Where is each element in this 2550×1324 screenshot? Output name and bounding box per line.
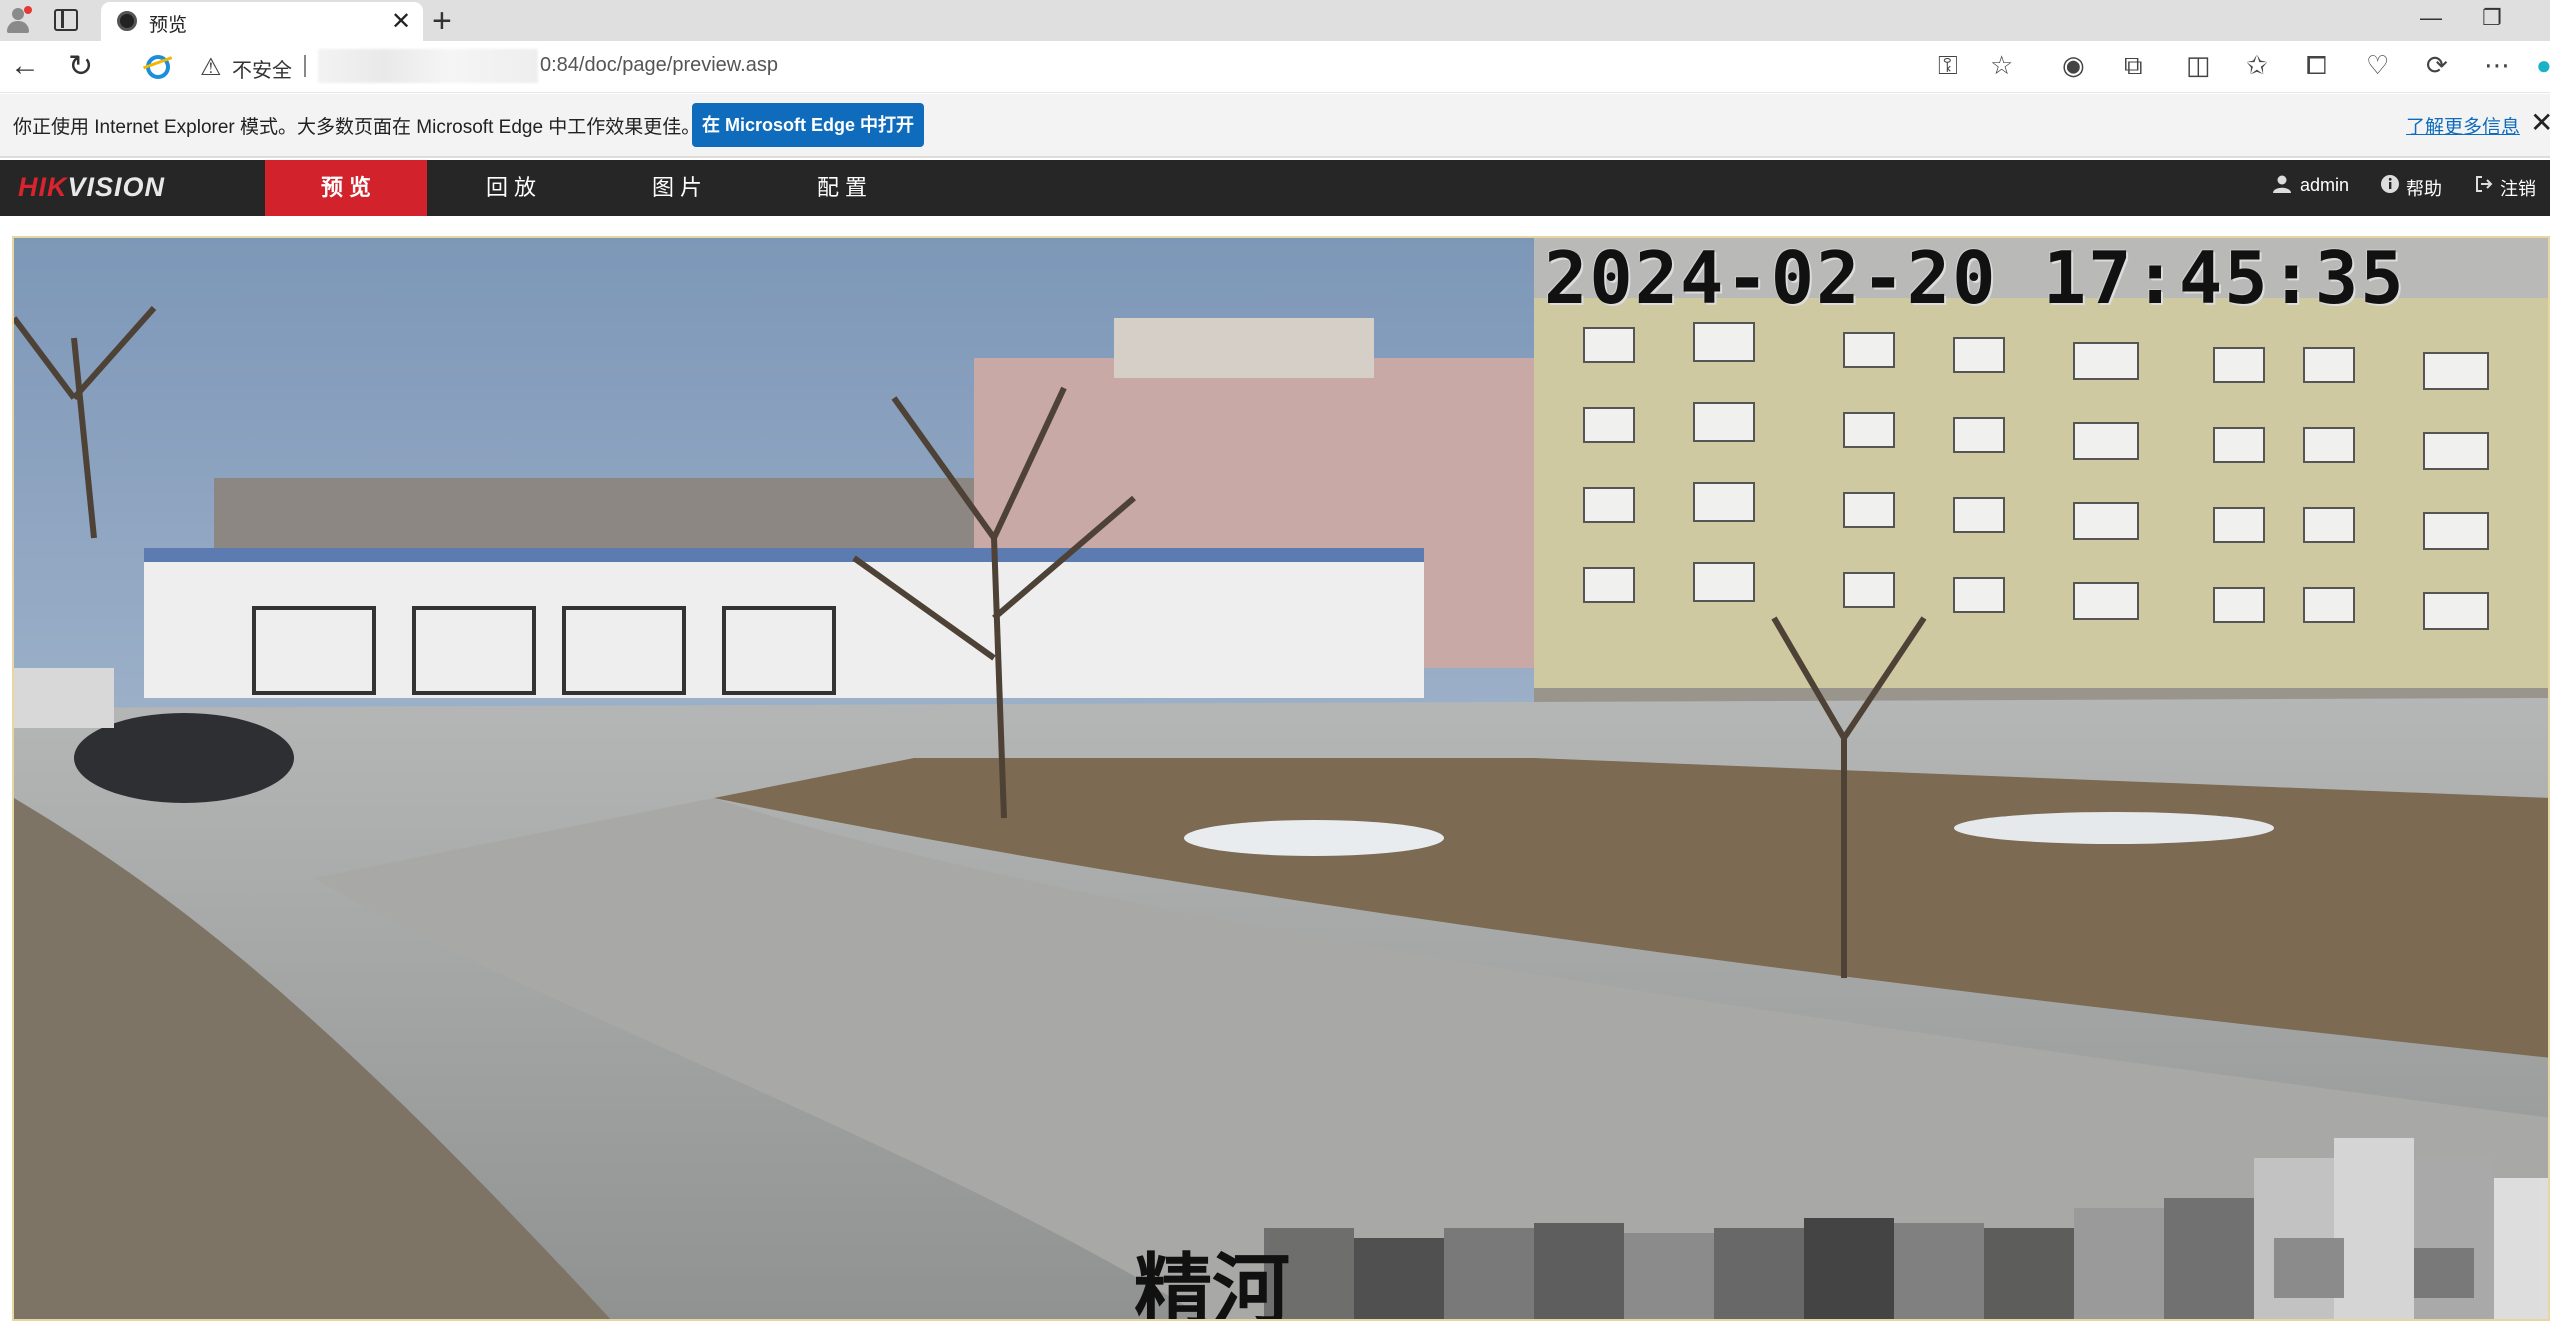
extension-circle-icon[interactable]: ◉ [2062,50,2085,81]
osd-channel-name: 精河 [1134,1245,1291,1321]
restore-icon[interactable]: ❐ [2482,5,2502,31]
nav-picture[interactable]: 图 片 [596,160,758,216]
osd-timestamp: 2024-02-20 17:45:35 [1544,236,2406,320]
ie-mode-icon[interactable] [146,55,170,79]
url-text[interactable]: 0:84/doc/page/preview.asp [540,54,778,77]
logout-link[interactable]: 注销 [2500,175,2536,201]
logout-icon[interactable] [2474,174,2494,194]
help-icon[interactable] [2380,174,2400,194]
username-label[interactable]: admin [2300,175,2349,196]
ie-reload-icon[interactable]: ⟳ [2426,50,2448,81]
browser-essentials-icon[interactable]: ♡ [2366,50,2389,81]
nav-preview[interactable]: 预 览 [265,160,427,216]
tab-title: 预览 [149,15,188,36]
minimize-icon[interactable]: — [2420,5,2442,31]
live-video-view[interactable]: 2024-02-20 17:45:35 精河 [12,236,2550,1321]
tab-close-icon[interactable]: ✕ [391,7,411,36]
user-icon [2273,175,2291,193]
url-field[interactable]: ⚠ 不安全 0:84/doc/page/preview.asp [122,47,1992,85]
back-icon[interactable]: ← [10,49,40,83]
browser-tab-bar: 预览 ✕ + — ❐ [0,0,2550,41]
tab-actions-icon[interactable] [54,9,78,31]
profile-icon[interactable] [4,6,32,34]
separator [304,55,306,77]
collections-icon[interactable]: ⧠ [2306,50,2327,82]
refresh-icon[interactable]: ↻ [68,49,93,84]
nav-config[interactable]: 配 置 [761,160,923,216]
favorites-icon[interactable]: ✩ [2246,50,2268,81]
copilot-icon[interactable]: ● [2536,50,2550,81]
warning-icon[interactable]: ⚠ [200,53,222,82]
security-label[interactable]: 不安全 [232,54,292,83]
extensions-icon[interactable]: ⧉ [2124,50,2143,82]
address-bar: ← ↻ ⚠ 不安全 0:84/doc/page/preview.asp ⚿ ☆ … [0,41,2550,93]
nav-playback[interactable]: 回 放 [430,160,592,216]
infobar-close-icon[interactable]: ✕ [2530,106,2550,139]
learn-more-link[interactable]: 了解更多信息 [2406,112,2520,139]
browser-tab[interactable]: 预览 ✕ [101,2,423,41]
new-tab-icon[interactable]: + [432,2,452,41]
open-in-edge-button[interactable]: 在 Microsoft Edge 中打开 [692,103,924,147]
hikvision-logo: HIKVISION [18,172,166,202]
split-screen-icon[interactable]: ◫ [2186,50,2211,81]
site-favicon-icon [117,11,137,31]
favorite-star-icon[interactable]: ☆ [1990,50,2013,81]
more-menu-icon[interactable]: ⋯ [2484,50,2510,81]
ie-mode-infobar: 你正使用 Internet Explorer 模式。大多数页面在 Microso… [0,94,2550,158]
camera-scene [14,238,2548,1319]
help-link[interactable]: 帮助 [2406,175,2442,201]
ie-mode-message: 你正使用 Internet Explorer 模式。大多数页面在 Microso… [13,117,701,138]
app-header: HIKVISION 预 览 回 放 图 片 配 置 admin 帮助 注销 [0,160,2550,216]
redacted-host [318,49,538,83]
key-icon[interactable]: ⚿ [1938,50,1958,82]
